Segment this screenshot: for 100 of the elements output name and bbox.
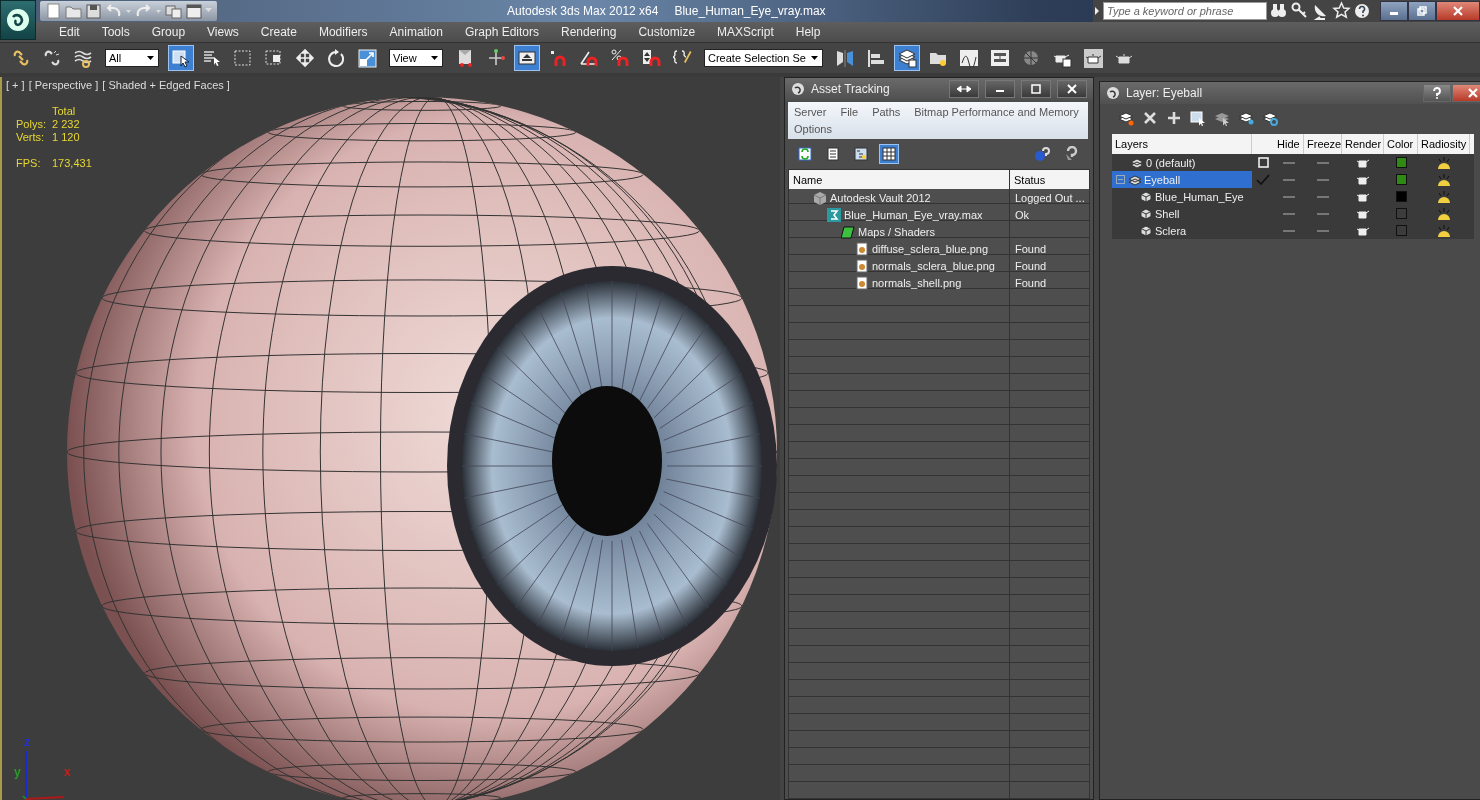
menu-item[interactable]: Create (249, 25, 308, 39)
menu-item[interactable]: Views (196, 25, 250, 39)
new-file-icon[interactable] (44, 1, 63, 21)
select-cursor-icon (171, 48, 191, 68)
swirl-logo-icon (5, 7, 31, 33)
menu-item[interactable]: Animation (378, 25, 454, 39)
close-button[interactable] (1057, 80, 1087, 98)
panel-title: Asset Tracking (811, 82, 890, 96)
close-icon (1067, 84, 1077, 94)
color-swatch[interactable] (1395, 157, 1407, 168)
checkmark-icon (1256, 173, 1270, 186)
maximize-button[interactable] (1408, 1, 1436, 21)
asset-name[interactable]: Autodesk Vault 2012 (830, 191, 931, 204)
list-cursor-icon (202, 48, 222, 68)
search-field[interactable]: Type a keyword or phrase (1103, 2, 1267, 20)
stat-label: Verts: (16, 131, 46, 143)
asset-name[interactable]: normals_sclera_blue.png (872, 259, 995, 272)
move-gizmo-icon (486, 48, 506, 68)
sun-rays-icon (1436, 172, 1452, 187)
layer-name: Shell (1155, 207, 1180, 220)
column-header[interactable]: Name (789, 173, 1010, 186)
dashed-rectangle-icon (233, 48, 253, 68)
menu-item[interactable]: Tools (90, 25, 141, 39)
window-icon[interactable] (184, 1, 203, 21)
help-button[interactable] (1353, 1, 1372, 21)
crossing-region-icon (264, 48, 284, 68)
asset-name[interactable]: diffuse_sclera_blue.png (872, 242, 988, 255)
menu-item[interactable]: Server (794, 104, 827, 120)
close-button[interactable] (1436, 1, 1480, 21)
dock-button[interactable] (949, 80, 979, 98)
layer-cursor-button[interactable] (1214, 110, 1230, 126)
align-icon (865, 48, 886, 68)
viewport-label[interactable]: [ Perspective ] (28, 79, 99, 91)
delete-button[interactable] (1142, 110, 1158, 126)
viewport-label[interactable]: [ + ] (6, 79, 25, 91)
layer-stack-icon (1128, 173, 1141, 186)
menu-item[interactable]: File (840, 104, 859, 120)
dropdown[interactable]: All (105, 49, 159, 67)
sun-rays-icon (1436, 223, 1452, 238)
dropdown[interactable]: View (389, 49, 443, 67)
minimize-button[interactable] (985, 80, 1015, 98)
menu-item[interactable]: Graph Editors (453, 25, 550, 39)
menu-item[interactable]: Paths (872, 104, 901, 120)
layer-settings-button[interactable] (1262, 110, 1278, 126)
spinner-snap-icon (641, 48, 661, 68)
color-swatch[interactable] (1395, 225, 1407, 236)
tree-view-button[interactable] (851, 144, 871, 164)
star-icon (1332, 1, 1351, 21)
refresh-button[interactable] (795, 144, 815, 164)
layer-row[interactable]: Shell (1112, 205, 1252, 222)
minimize-button[interactable] (1380, 1, 1408, 21)
column-header[interactable]: Status (1010, 173, 1089, 186)
asset-name[interactable]: Maps / Shaders (858, 225, 936, 238)
keyboard-upload-icon (517, 48, 537, 68)
help-globe-icon (1034, 146, 1050, 162)
layer-name: 0 (default) (1146, 156, 1196, 169)
stat-label: FPS: (16, 157, 42, 169)
scale-icon (357, 48, 377, 68)
app-logo-icon (1106, 86, 1120, 100)
asset-name[interactable]: normals_shell.png (872, 276, 962, 289)
layer-row[interactable]: 0 (default) (1112, 154, 1252, 171)
help-button[interactable] (1423, 84, 1451, 102)
color-swatch[interactable] (1395, 174, 1407, 185)
menu-item[interactable]: Modifiers (307, 25, 379, 39)
tree-toggle[interactable] (1116, 175, 1125, 184)
layer-row[interactable]: Blue_Human_Eye (1112, 188, 1252, 205)
select-cursor-button[interactable] (168, 45, 194, 71)
layer-row[interactable]: Eyeball (1112, 171, 1252, 188)
maximize-button[interactable] (1021, 80, 1051, 98)
axis-label: x (64, 765, 71, 779)
layer-row[interactable]: Sclera (1112, 222, 1252, 239)
menu-item[interactable]: Help (784, 25, 832, 39)
rotate-icon (326, 48, 346, 68)
menu-item[interactable]: Bitmap Performance and Memory (914, 104, 1079, 120)
asset-name[interactable]: Blue_Human_Eye_vray.max (844, 208, 983, 221)
menu-item[interactable]: Group (140, 25, 197, 39)
highlight-layer-button[interactable] (1238, 110, 1254, 126)
color-swatch[interactable] (1395, 208, 1407, 219)
new-layer-button[interactable] (1118, 110, 1134, 126)
close-icon (1468, 88, 1478, 98)
link-icon (11, 48, 31, 68)
menu-item[interactable]: MAXScript (706, 25, 785, 39)
menu-item[interactable]: Options (794, 121, 832, 137)
stat-value: 1 120 (52, 131, 81, 143)
keyboard-upload-button[interactable] (514, 45, 540, 71)
menu-item[interactable]: Customize (627, 25, 707, 39)
highlight-layer-icon (1238, 110, 1254, 126)
color-swatch[interactable] (1395, 191, 1407, 202)
dropdown[interactable]: Create Selection Se (704, 49, 823, 67)
select-box-button[interactable] (1190, 110, 1206, 126)
app-logo[interactable] (0, 0, 36, 40)
menu-item[interactable]: Edit (48, 25, 91, 39)
grid-button[interactable] (879, 144, 899, 164)
viewport-label[interactable]: [ Shaded + Edged Faces ] (102, 79, 230, 91)
plus-button[interactable] (1166, 110, 1182, 126)
layers-button[interactable] (893, 45, 920, 71)
teapot-icon (1357, 174, 1369, 185)
close-icon (1453, 6, 1463, 16)
menu-item[interactable]: Rendering (550, 25, 628, 39)
star-button[interactable] (1332, 1, 1351, 21)
